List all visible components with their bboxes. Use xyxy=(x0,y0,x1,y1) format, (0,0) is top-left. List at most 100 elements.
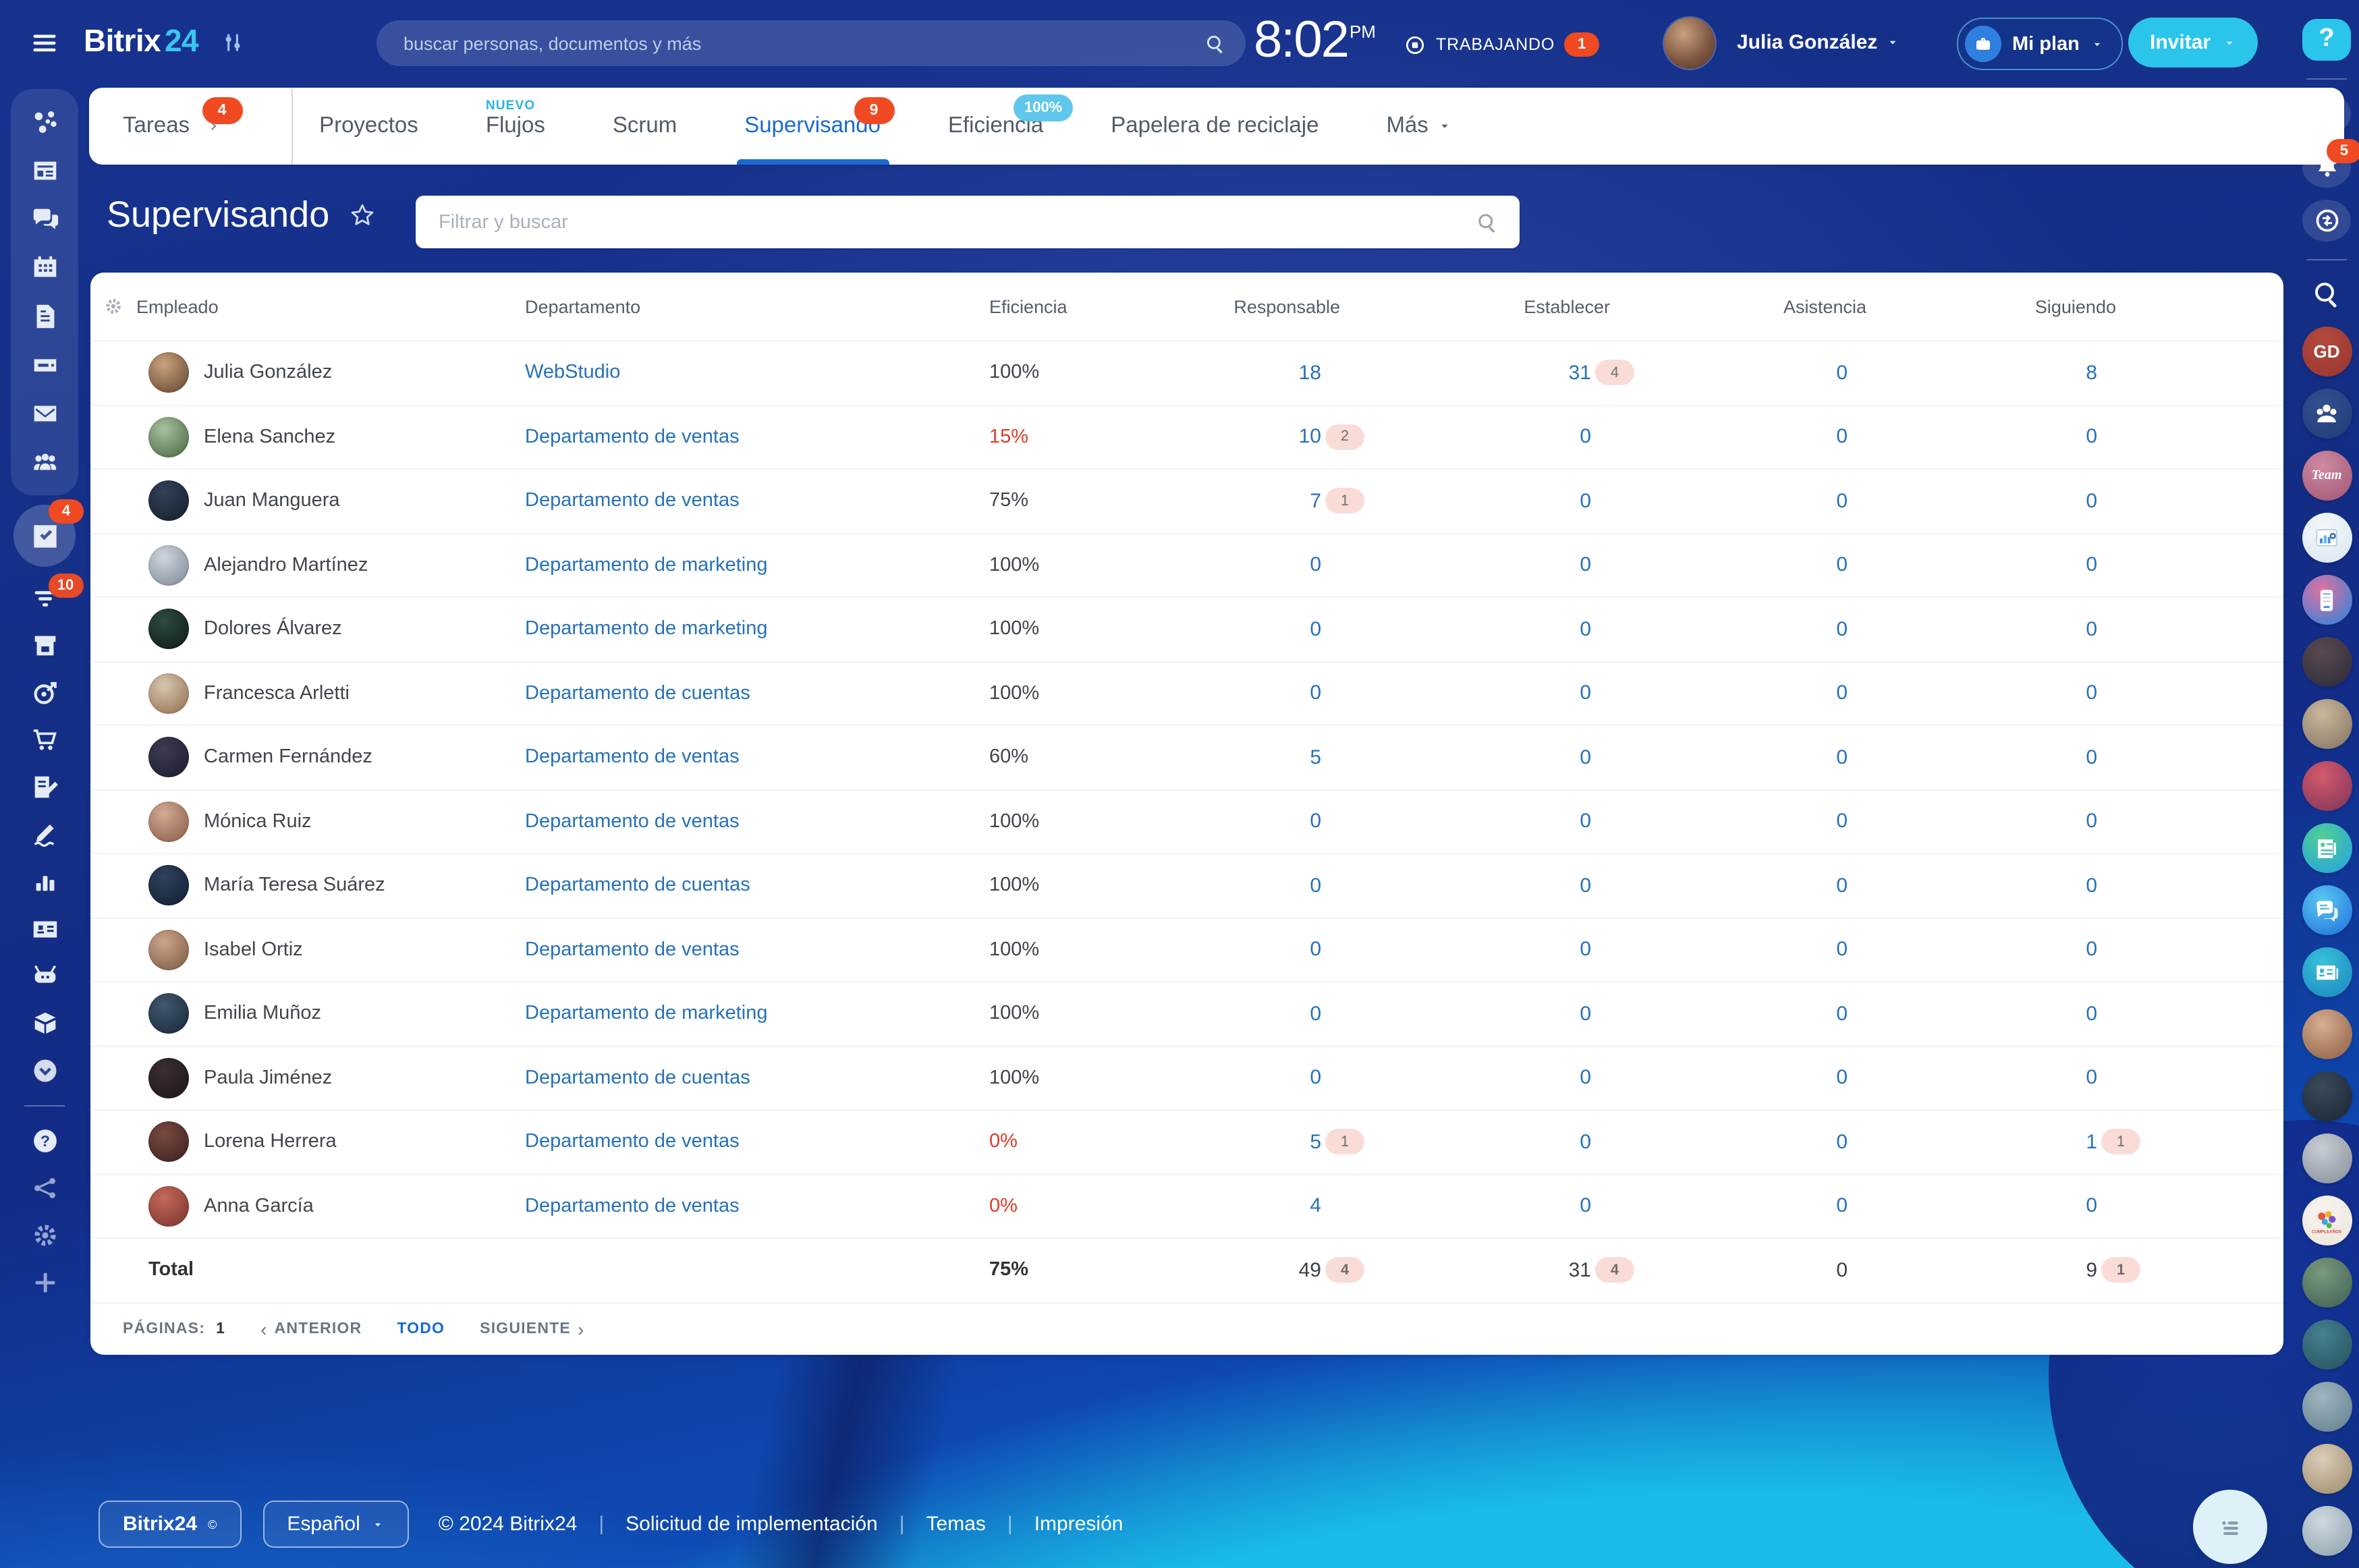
following-value[interactable]: 0 xyxy=(2086,746,2097,769)
department-link[interactable]: Departamento de ventas xyxy=(525,491,740,512)
responsible-value[interactable]: 7 xyxy=(1310,490,1321,513)
chat-avatar-birthday[interactable]: CUMPLEAÑOS xyxy=(2302,1196,2352,1245)
column-header-eficiencia[interactable]: Eficiencia xyxy=(941,296,1113,316)
chat-avatar-person[interactable] xyxy=(2302,637,2352,687)
footer-link-themes[interactable]: Temas xyxy=(926,1513,986,1536)
following-value[interactable]: 0 xyxy=(2086,554,2097,577)
column-header-asistencia[interactable]: Asistencia xyxy=(1637,296,1893,316)
automation-icon[interactable] xyxy=(29,961,60,992)
filter-input[interactable] xyxy=(436,210,1475,234)
chat-avatar-dashboard[interactable] xyxy=(2302,513,2352,563)
following-value[interactable]: 0 xyxy=(2086,1067,2097,1090)
tab-flujos[interactable]: FlujosNUEVO xyxy=(486,88,545,165)
following-value[interactable]: 0 xyxy=(2086,618,2097,641)
responsible-value[interactable]: 5 xyxy=(1310,1131,1321,1154)
chat-avatar-person[interactable] xyxy=(2302,1320,2352,1370)
following-value[interactable]: 0 xyxy=(2086,490,2097,513)
responsible-value[interactable]: 0 xyxy=(1310,810,1321,833)
bitrix24-logo[interactable]: Bitrix24 xyxy=(84,23,198,59)
responsible-value[interactable]: 0 xyxy=(1310,1067,1321,1090)
employee-name[interactable]: Paula Jiménez xyxy=(204,1067,332,1089)
chat-avatar-person[interactable] xyxy=(2302,1382,2352,1432)
employee-name[interactable]: Mónica Ruiz xyxy=(204,811,312,833)
employee-name[interactable]: Lorena Herrera xyxy=(204,1131,337,1153)
user-menu[interactable]: Julia González xyxy=(1737,31,1900,54)
department-link[interactable]: Departamento de ventas xyxy=(525,747,740,768)
chat-avatar-person[interactable] xyxy=(2302,1258,2352,1308)
responsible-value[interactable]: 0 xyxy=(1310,554,1321,577)
column-header-empleado[interactable]: Empleado xyxy=(136,296,525,316)
responsible-value[interactable]: 0 xyxy=(1310,1003,1321,1026)
set-by-value[interactable]: 0 xyxy=(1580,682,1591,705)
settings-icon[interactable] xyxy=(29,1220,60,1251)
chats-icon[interactable] xyxy=(29,204,60,235)
favorite-star-icon[interactable] xyxy=(348,201,377,229)
assisting-value[interactable]: 0 xyxy=(1836,362,1848,385)
department-link[interactable]: Departamento de cuentas xyxy=(525,1067,750,1089)
employee-name[interactable]: Dolores Álvarez xyxy=(204,619,342,640)
department-link[interactable]: Departamento de ventas xyxy=(525,426,740,448)
chat-avatar-contact-app[interactable] xyxy=(2302,947,2352,997)
employee-name[interactable]: Carmen Fernández xyxy=(204,747,372,768)
quick-notes-fab[interactable] xyxy=(2193,1490,2267,1564)
set-by-value[interactable]: 0 xyxy=(1580,554,1591,577)
add-icon[interactable] xyxy=(29,1267,60,1298)
chat-avatar-person[interactable] xyxy=(2302,1133,2352,1183)
sites-icon[interactable] xyxy=(29,1173,60,1204)
news-feed-icon[interactable] xyxy=(29,155,60,186)
assisting-value[interactable]: 0 xyxy=(1836,490,1848,513)
messenger-button[interactable] xyxy=(2302,200,2351,242)
copilot-button[interactable] xyxy=(2302,92,2351,134)
documents-icon[interactable] xyxy=(29,301,60,332)
search-icon[interactable] xyxy=(1204,32,1227,55)
set-by-value[interactable]: 0 xyxy=(1580,939,1591,961)
column-header-departamento[interactable]: Departamento xyxy=(525,296,941,316)
set-by-value[interactable]: 0 xyxy=(1580,746,1591,769)
set-by-value[interactable]: 31 xyxy=(1569,362,1591,385)
user-avatar[interactable] xyxy=(1664,18,1715,69)
marketing-icon[interactable] xyxy=(29,677,60,708)
employee-name[interactable]: Julia González xyxy=(204,362,332,384)
chat-avatar-group[interactable] xyxy=(2302,389,2352,439)
chat-avatar-person[interactable] xyxy=(2302,1071,2352,1121)
show-all-button[interactable]: TODO xyxy=(397,1320,445,1337)
set-by-value[interactable]: 0 xyxy=(1580,874,1591,897)
department-link[interactable]: Departamento de cuentas xyxy=(525,875,750,897)
bitrix24-footer-button[interactable]: Bitrix24© xyxy=(99,1501,241,1548)
following-value[interactable]: 0 xyxy=(2086,426,2097,449)
employee-name[interactable]: Francesca Arletti xyxy=(204,683,350,704)
department-link[interactable]: Departamento de cuentas xyxy=(525,683,750,704)
assisting-value[interactable]: 0 xyxy=(1836,682,1848,705)
employee-name[interactable]: Elena Sanchez xyxy=(204,426,335,448)
following-value[interactable]: 0 xyxy=(2086,810,2097,833)
apps-icon[interactable] xyxy=(29,1008,60,1039)
tab-papelera-de-reciclaje[interactable]: Papelera de reciclaje xyxy=(1111,88,1319,165)
responsible-value[interactable]: 4 xyxy=(1310,1195,1321,1218)
set-by-value[interactable]: 0 xyxy=(1580,618,1591,641)
tab-supervisando[interactable]: Supervisando9 xyxy=(744,88,881,165)
assisting-value[interactable]: 0 xyxy=(1836,1131,1848,1154)
department-link[interactable]: Departamento de marketing xyxy=(525,555,768,576)
responsible-value[interactable]: 18 xyxy=(1299,362,1321,385)
tasks-button[interactable]: 4 xyxy=(13,505,76,567)
tab-eficiencia[interactable]: Eficiencia100% xyxy=(948,88,1043,165)
help-icon[interactable]: ? xyxy=(29,1125,60,1156)
responsible-value[interactable]: 10 xyxy=(1299,426,1321,449)
search-icon[interactable] xyxy=(2310,278,2343,310)
chat-avatar-news-app[interactable] xyxy=(2302,823,2352,873)
set-by-value[interactable]: 0 xyxy=(1580,810,1591,833)
assisting-value[interactable]: 0 xyxy=(1836,746,1848,769)
work-status-button[interactable]: TRABAJANDO 1 xyxy=(1404,32,1599,57)
e-sign-icon[interactable] xyxy=(29,819,60,850)
set-by-value[interactable]: 0 xyxy=(1580,426,1591,449)
menu-icon[interactable] xyxy=(30,28,59,58)
notifications-button[interactable]: 5 xyxy=(2302,146,2351,188)
column-header-responsable[interactable]: Responsable xyxy=(1113,296,1367,316)
set-by-value[interactable]: 0 xyxy=(1580,1195,1591,1218)
following-value[interactable]: 0 xyxy=(2086,874,2097,897)
responsible-value[interactable]: 0 xyxy=(1310,874,1321,897)
following-value[interactable]: 0 xyxy=(2086,1003,2097,1026)
following-value[interactable]: 1 xyxy=(2086,1131,2097,1154)
assisting-value[interactable]: 0 xyxy=(1836,1003,1848,1026)
responsible-value[interactable]: 0 xyxy=(1310,682,1321,705)
